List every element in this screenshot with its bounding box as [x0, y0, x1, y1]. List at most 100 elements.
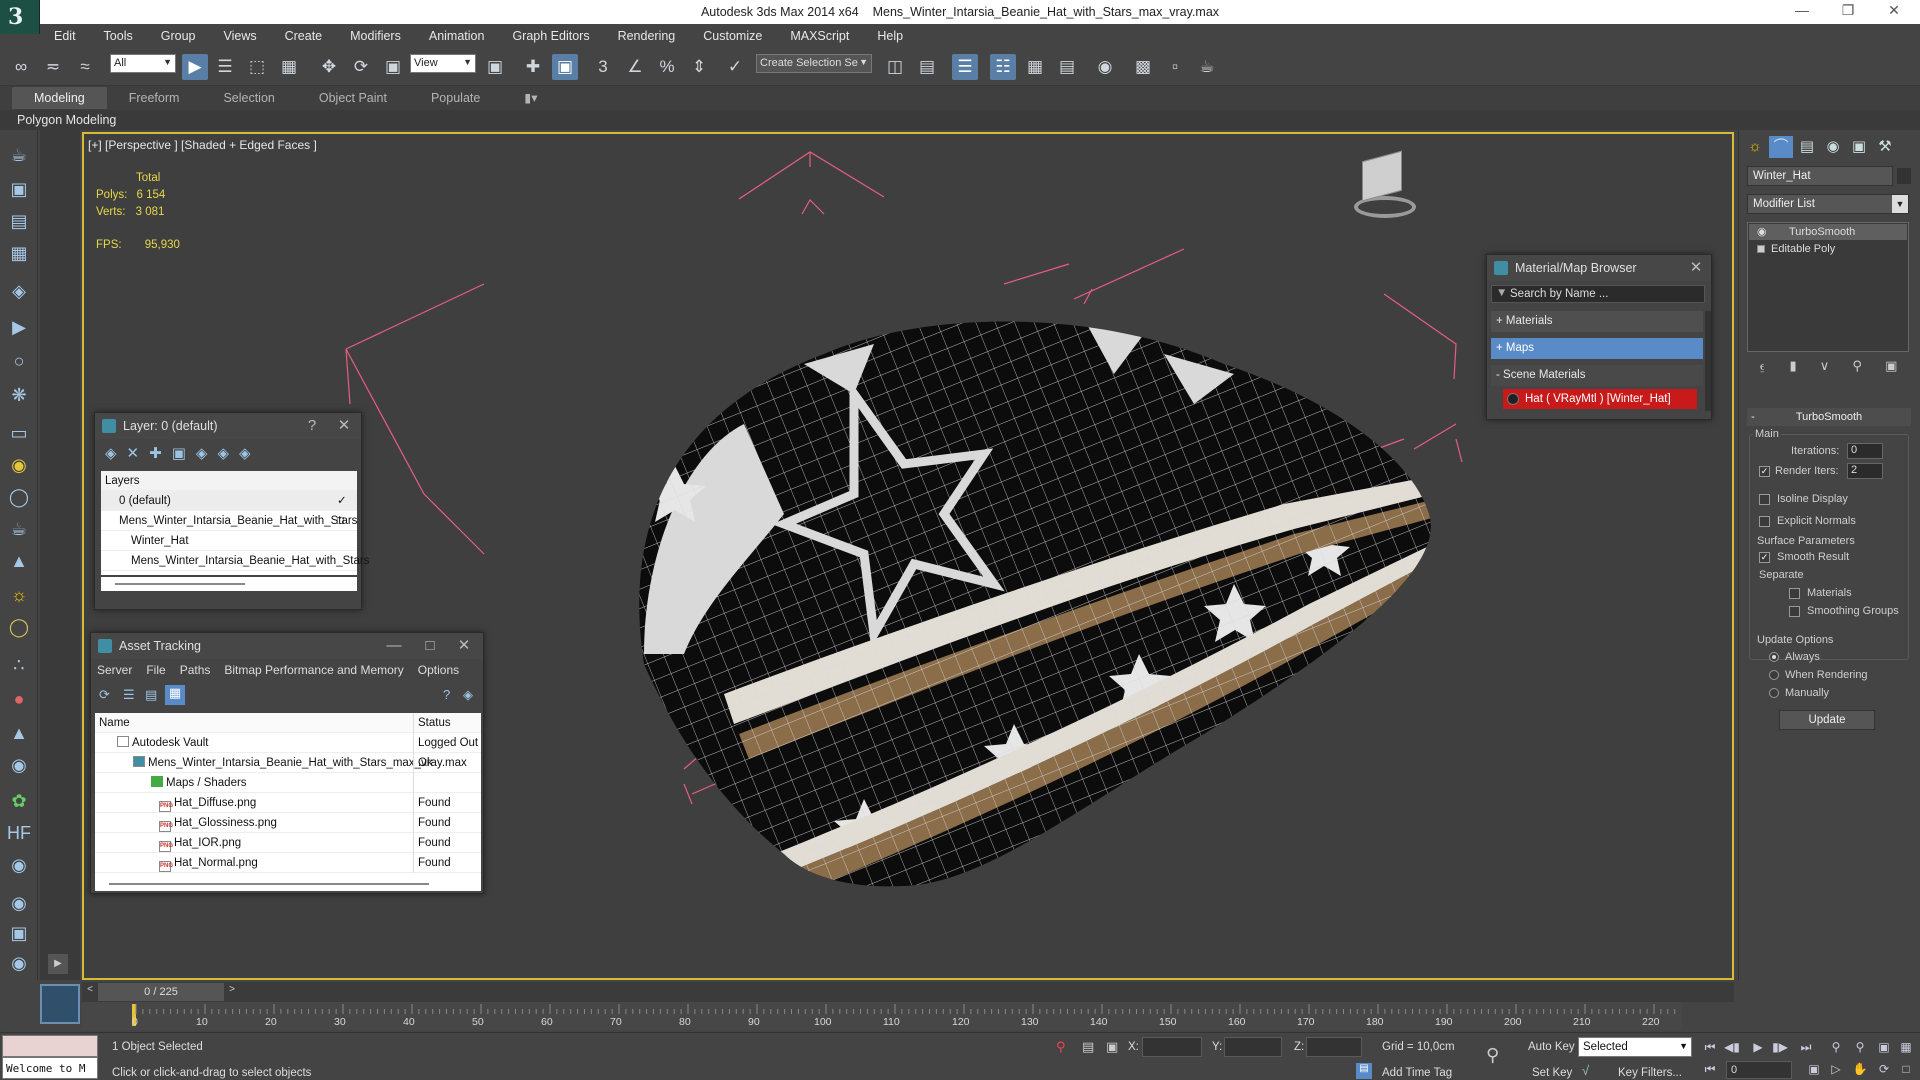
maxscript-listener-top[interactable]	[2, 1035, 98, 1057]
layer-window-title[interactable]: Layer: 0 (default) ? ✕	[95, 413, 361, 439]
selection-lock-icon[interactable]: ▤	[1082, 1039, 1094, 1055]
layer-row-winter-hat[interactable]: Winter_Hat	[101, 531, 357, 551]
modifier-list-dropdown[interactable]: Modifier List ▼	[1747, 194, 1909, 214]
menu-customize[interactable]: Customize	[689, 29, 776, 43]
reference-coordinate-dropdown[interactable]: View ▼	[410, 54, 476, 73]
separate-materials-checkbox[interactable]	[1789, 588, 1800, 599]
expand-toolbar-icon[interactable]: ▶	[48, 954, 68, 974]
graphite-tools-icon[interactable]: ▦	[1022, 54, 1048, 80]
material-editor-icon[interactable]: ◉	[1092, 54, 1118, 80]
scene-explorer-icon[interactable]: ☰	[952, 54, 978, 80]
perspective-viewport[interactable]: [+] [Perspective ] [Shaded + Edged Faces…	[82, 132, 1734, 980]
select-in-layer-icon[interactable]: ▣	[172, 444, 186, 462]
refresh-icon[interactable]: ⟳	[99, 687, 110, 703]
set-key-button[interactable]: Set Key	[1532, 1067, 1572, 1079]
layer-help-button[interactable]: ?	[299, 413, 325, 439]
pin-stack-icon[interactable]: ⍷	[1759, 358, 1767, 380]
foliage-icon[interactable]: ✿	[6, 788, 32, 814]
set-key-icon[interactable]: ⚲	[1486, 1045, 1499, 1066]
layers-scrollbar[interactable]	[101, 577, 357, 591]
search-options-icon[interactable]: ▼	[1496, 287, 1507, 299]
next-frame-icon[interactable]: ▮▶	[1770, 1037, 1790, 1057]
bind-space-warp-icon[interactable]: ≈	[72, 54, 98, 80]
named-selection-dropdown[interactable]: Create Selection Se ▼	[756, 54, 872, 73]
move-icon[interactable]: ✥	[316, 54, 342, 80]
asset-minimize-button[interactable]: —	[381, 633, 407, 659]
modify-tab-icon[interactable]: ⌒	[1769, 136, 1793, 158]
tab-populate[interactable]: Populate	[409, 87, 502, 109]
render-elements-icon[interactable]: ▣	[6, 920, 32, 946]
zoom-icon[interactable]: ⚲	[1826, 1037, 1846, 1057]
sphere-icon[interactable]: ◉	[6, 452, 32, 478]
polygon-modeling-label[interactable]: Polygon Modeling	[0, 110, 1920, 130]
environment-icon[interactable]: ◉	[6, 890, 32, 916]
asset-menu-bitmap[interactable]: Bitmap Performance and Memory	[224, 663, 403, 677]
object-name-field[interactable]: Winter_Hat	[1747, 166, 1893, 186]
time-slider[interactable]: < 0 / 225 >	[82, 982, 1734, 1002]
percent-snap-icon[interactable]: %	[654, 54, 680, 80]
close-window-button[interactable]: ✕	[1874, 2, 1914, 22]
teapot-primitive-icon[interactable]: ☕	[6, 516, 32, 542]
asset-col-status[interactable]: Status	[413, 713, 481, 733]
render-iters-checkbox[interactable]: ✓	[1759, 466, 1770, 477]
layer-row-hat-group[interactable]: Mens_Winter_Intarsia_Beanie_Hat_with_Sta…	[101, 511, 357, 531]
asset-row[interactable]: PNGHat_IOR.png Found	[95, 833, 481, 853]
mini-curve-editor-icon[interactable]	[40, 984, 80, 1024]
asset-row[interactable]: PNGHat_Normal.png Found	[95, 853, 481, 873]
geosphere-icon[interactable]: ◯	[6, 484, 32, 510]
lightbulb-icon[interactable]: ◉	[1757, 224, 1767, 240]
select-by-name-icon[interactable]: ☰	[212, 54, 238, 80]
asset-row[interactable]: Maps / Shaders	[95, 773, 481, 793]
bone-icon[interactable]: ●	[6, 686, 32, 712]
restore-button[interactable]: ❐	[1828, 2, 1868, 22]
maximize-viewport-icon[interactable]: □	[1896, 1059, 1916, 1079]
keyboard-shortcut-override-icon[interactable]: ▣	[552, 54, 578, 80]
layer-row-default[interactable]: 0 (default) ✓	[101, 491, 357, 511]
isolate-selection-icon[interactable]: ⚲	[1056, 1039, 1066, 1055]
asset-row[interactable]: Mens_Winter_Intarsia_Beanie_Hat_with_Sta…	[95, 753, 481, 773]
motion-tab-icon[interactable]: ◉	[1821, 136, 1845, 158]
asset-row[interactable]: PNGHat_Glossiness.png Found	[95, 813, 481, 833]
cone-icon[interactable]: ▲	[6, 548, 32, 574]
expand-stack-icon[interactable]	[1757, 245, 1765, 253]
help-icon[interactable]: ?	[443, 687, 450, 702]
rectangular-selection-icon[interactable]: ⬚	[244, 54, 270, 80]
render-iters-spinner[interactable]: 2	[1847, 463, 1883, 479]
layer-set-current-icon[interactable]: □	[337, 511, 344, 531]
sun-icon[interactable]: ☼	[6, 582, 32, 608]
create-layer-icon[interactable]: ◈	[105, 444, 117, 462]
zoom-extents-icon[interactable]: ▣	[1874, 1037, 1894, 1057]
freeze-all-layers-icon[interactable]: ◈	[239, 444, 251, 462]
z-coordinate-field[interactable]	[1306, 1037, 1362, 1057]
layer-row-hat-object[interactable]: Mens_Winter_Intarsia_Beanie_Hat_with_Sta…	[101, 551, 369, 571]
x-coordinate-field[interactable]	[1142, 1037, 1202, 1057]
menu-create[interactable]: Create	[271, 29, 337, 43]
viewcube-box[interactable]	[1362, 150, 1402, 202]
rendered-frame-window-icon[interactable]: ▫	[1162, 54, 1188, 80]
rotate-icon[interactable]: ⟳	[348, 54, 374, 80]
maps-section[interactable]: + Maps	[1491, 338, 1703, 359]
box-icon[interactable]: ▭	[6, 420, 32, 446]
asset-menu-file[interactable]: File	[146, 663, 165, 677]
asset-menu-options[interactable]: Options	[418, 663, 459, 677]
show-end-result-icon[interactable]: ▮	[1790, 358, 1797, 380]
time-slider-thumb[interactable]: 0 / 225	[98, 983, 224, 1001]
add-to-layer-icon[interactable]: ✚	[149, 444, 162, 462]
tab-object-paint[interactable]: Object Paint	[297, 87, 409, 109]
list-view-icon[interactable]: ☰	[123, 687, 135, 703]
menu-views[interactable]: Views	[209, 29, 270, 43]
key-filters-button[interactable]: Key Filters...	[1618, 1067, 1682, 1079]
remove-modifier-icon[interactable]: ⚲	[1852, 358, 1862, 380]
menu-tools[interactable]: Tools	[90, 29, 147, 43]
scale-icon[interactable]: ▣	[380, 54, 406, 80]
asset-maximize-button[interactable]: □	[417, 633, 443, 659]
zoom-all-icon[interactable]: ⚲	[1850, 1037, 1870, 1057]
select-manipulate-icon[interactable]: ✚	[520, 54, 546, 80]
helper-icon[interactable]: ○	[6, 348, 32, 374]
layer-manager-icon[interactable]: ☷	[990, 54, 1016, 80]
menu-help[interactable]: Help	[863, 29, 917, 43]
orbit-icon[interactable]: ⟳	[1874, 1059, 1894, 1079]
tab-selection[interactable]: Selection	[201, 87, 296, 109]
light-icon[interactable]: ◈	[6, 278, 32, 304]
display-tab-icon[interactable]: ▣	[1847, 136, 1871, 158]
